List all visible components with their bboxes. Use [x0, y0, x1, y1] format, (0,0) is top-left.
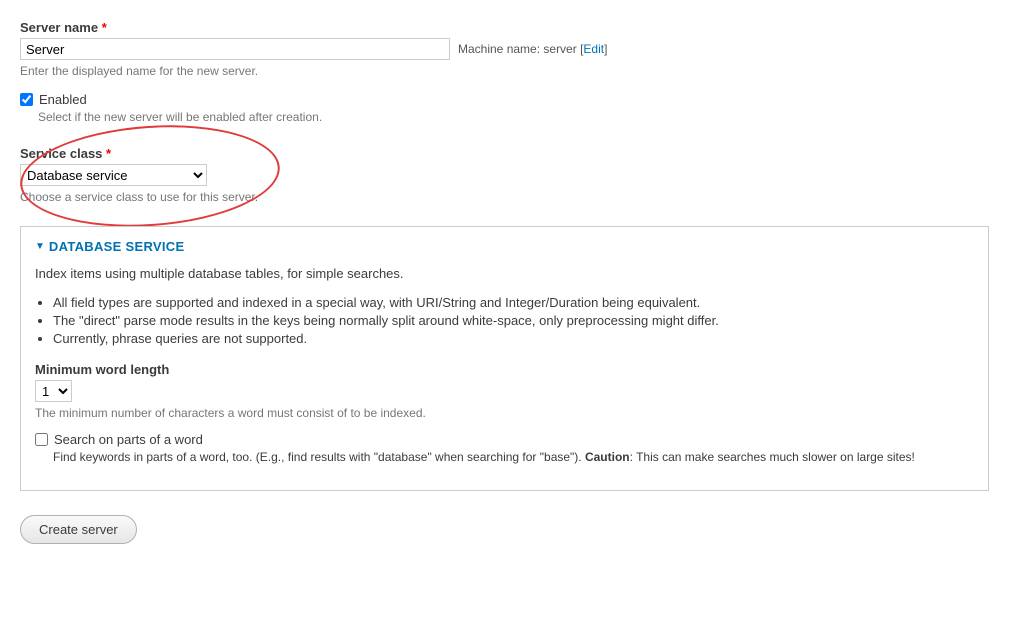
enabled-label: Enabled	[39, 92, 87, 107]
fieldset-legend[interactable]: ▼ Database Service	[35, 239, 974, 254]
machine-name-edit-link[interactable]: Edit	[583, 42, 604, 56]
required-marker-icon: *	[102, 20, 107, 35]
partial-desc-suffix: : This can make searches much slower on …	[630, 450, 915, 464]
partial-search-description: Find keywords in parts of a word, too. (…	[53, 450, 974, 464]
create-server-button[interactable]: Create server	[20, 515, 137, 544]
min-word-select[interactable]: 1	[35, 380, 72, 402]
min-word-field: Minimum word length 1 The minimum number…	[35, 362, 974, 420]
server-name-description: Enter the displayed name for the new ser…	[20, 64, 989, 78]
list-item: The "direct" parse mode results in the k…	[53, 313, 974, 328]
partial-desc-prefix: Find keywords in parts of a word, too. (…	[53, 450, 585, 464]
partial-caution-label: Caution	[585, 450, 630, 464]
service-class-label-text: Service class	[20, 146, 102, 161]
enabled-field: Enabled Select if the new server will be…	[20, 92, 989, 124]
partial-search-field: Search on parts of a word Find keywords …	[35, 432, 974, 464]
server-name-input[interactable]	[20, 38, 450, 60]
partial-search-checkbox[interactable]	[35, 433, 48, 446]
service-class-select[interactable]: Database service	[20, 164, 207, 186]
machine-name-prefix: Machine name:	[458, 42, 540, 56]
service-class-field: Service class * Database service Choose …	[20, 146, 989, 204]
server-name-field: Server name * Machine name: server [Edit…	[20, 20, 989, 78]
enabled-description: Select if the new server will be enabled…	[38, 110, 989, 124]
fieldset-intro: Index items using multiple database tabl…	[35, 266, 974, 281]
fieldset-bullet-list: All field types are supported and indexe…	[53, 295, 974, 346]
service-class-description: Choose a service class to use for this s…	[20, 190, 989, 204]
service-class-label: Service class *	[20, 146, 989, 161]
list-item: Currently, phrase queries are not suppor…	[53, 331, 974, 346]
machine-name-value: server	[543, 42, 576, 56]
min-word-description: The minimum number of characters a word …	[35, 406, 974, 420]
min-word-label: Minimum word length	[35, 362, 974, 377]
fieldset-title: Database Service	[49, 239, 185, 254]
list-item: All field types are supported and indexe…	[53, 295, 974, 310]
partial-search-label: Search on parts of a word	[54, 432, 203, 447]
enabled-checkbox[interactable]	[20, 93, 33, 106]
required-marker-icon: *	[106, 146, 111, 161]
disclosure-down-icon: ▼	[35, 241, 45, 252]
server-name-label-text: Server name	[20, 20, 98, 35]
machine-name-display: Machine name: server [Edit]	[458, 42, 607, 56]
server-name-label: Server name *	[20, 20, 989, 35]
database-service-fieldset: ▼ Database Service Index items using mul…	[20, 226, 989, 491]
